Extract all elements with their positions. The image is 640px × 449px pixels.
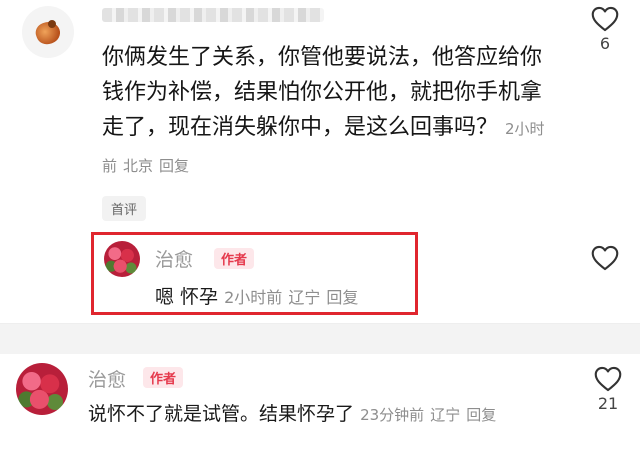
heart-icon (591, 6, 619, 32)
avatar[interactable] (16, 363, 68, 415)
reply-time: 2小时前 (224, 288, 283, 307)
heart-icon (591, 245, 619, 271)
comment-text: 你俩发生了关系，你管他要说法，他答应给你钱作为补偿，结果怕你公开他，就把你手机拿… (102, 45, 543, 140)
comment-location: 北京 (123, 157, 154, 175)
comment-card: 你俩发生了关系，你管他要说法，他答应给你钱作为补偿，结果怕你公开他，就把你手机拿… (0, 0, 640, 324)
like-button[interactable]: 21 (588, 366, 628, 413)
comment-text: 说怀不了就是试管。结果怀孕了 (88, 403, 355, 425)
reply-location: 辽宁 (288, 288, 321, 307)
comment-body: 说怀不了就是试管。结果怀孕了 23分钟前 辽宁 回复 (88, 399, 496, 426)
comment-location: 辽宁 (430, 406, 461, 424)
like-button[interactable] (585, 245, 625, 271)
like-count: 21 (597, 394, 619, 413)
comment-time: 23分钟前 (360, 406, 425, 424)
comment-username[interactable]: 治愈 (88, 365, 126, 392)
reply-button[interactable]: 回复 (466, 406, 496, 424)
reply-username[interactable]: 治愈 (155, 245, 193, 272)
author-badge: 作者 (143, 367, 184, 388)
heart-icon (594, 366, 622, 392)
comment-body: 你俩发生了关系，你管他要说法，他答应给你钱作为补偿，结果怕你公开他，就把你手机拿… (102, 40, 562, 184)
author-badge: 作者 (214, 248, 255, 269)
like-button[interactable]: 6 (585, 6, 625, 53)
like-count: 6 (599, 34, 611, 53)
separator (0, 324, 640, 354)
reply-body: 嗯 怀孕 2小时前 辽宁 回复 (155, 282, 358, 309)
reply-button[interactable]: 回复 (326, 288, 358, 307)
avatar[interactable] (104, 241, 140, 277)
avatar[interactable] (22, 6, 74, 58)
reply-text: 嗯 怀孕 (155, 286, 219, 308)
username-blurred (102, 8, 324, 22)
reply-button[interactable]: 回复 (159, 157, 189, 175)
first-comment-badge: 首评 (102, 196, 147, 221)
